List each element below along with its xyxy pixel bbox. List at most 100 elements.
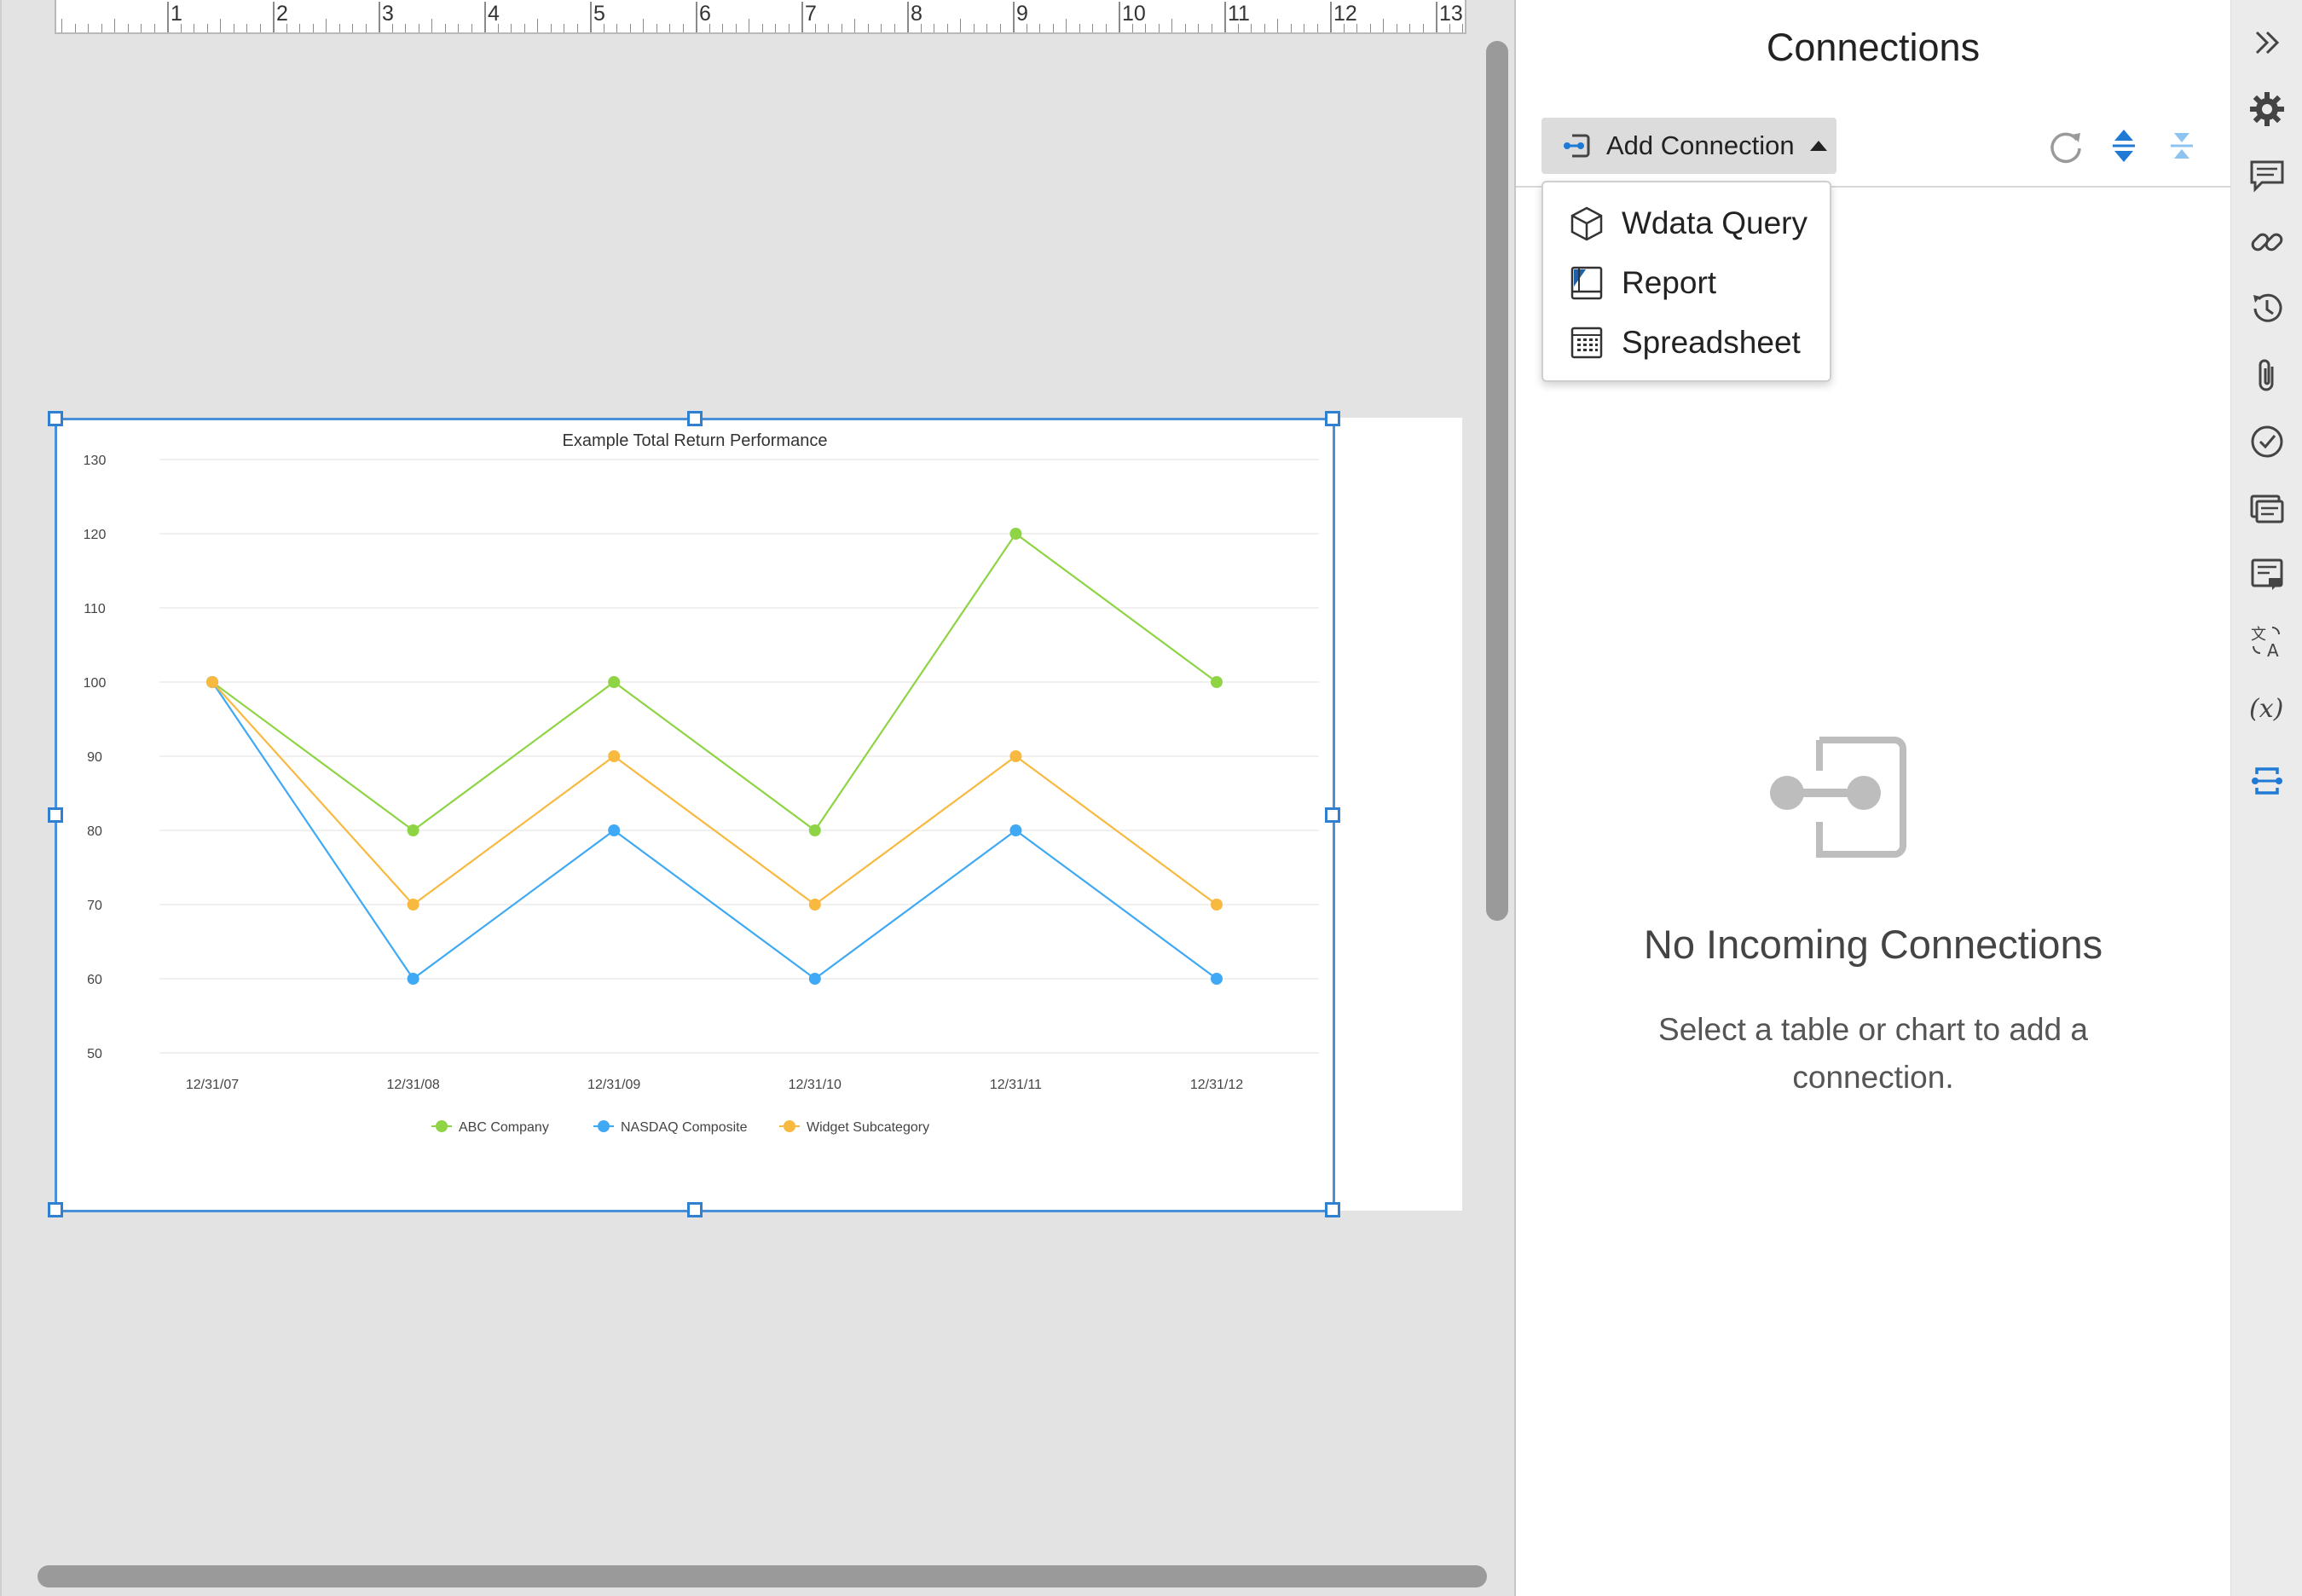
ruler-minor-tick [1198, 24, 1199, 32]
resize-handle-bottom-center[interactable] [687, 1202, 703, 1217]
ruler-minor-tick [445, 24, 446, 32]
y-tick-label: 80 [87, 824, 102, 839]
ruler-minor-tick [61, 19, 62, 32]
resize-handle-bottom-left[interactable] [48, 1202, 63, 1217]
data-point [608, 750, 621, 762]
y-tick-label: 100 [84, 676, 107, 691]
ruler-minor-tick [868, 24, 869, 32]
ruler-minor-tick [471, 24, 472, 32]
settings-icon[interactable] [2247, 89, 2288, 130]
ruler-number: 3 [382, 2, 394, 26]
ruler-minor-tick [828, 24, 829, 32]
ruler-minor-tick [551, 24, 552, 32]
ruler-minor-tick [590, 19, 591, 32]
check-icon[interactable] [2247, 421, 2288, 462]
x-tick-label: 12/31/10 [789, 1078, 842, 1092]
variable-icon[interactable]: (x) [2247, 687, 2288, 728]
ruler-number: 8 [911, 2, 923, 26]
expand-all-icon[interactable] [2102, 124, 2145, 167]
ruler-number: 4 [488, 2, 500, 26]
ruler-minor-tick [1251, 24, 1252, 32]
attachment-icon[interactable] [2247, 355, 2288, 396]
ruler-minor-tick [775, 24, 776, 32]
ruler-minor-tick [1383, 19, 1384, 32]
menu-item-label: Spreadsheet [1622, 325, 1801, 360]
link-icon[interactable] [2247, 222, 2288, 263]
ruler-minor-tick [762, 24, 763, 32]
translate-icon[interactable]: 文A [2247, 621, 2288, 662]
ruler-minor-tick [88, 24, 89, 32]
resize-handle-top-left[interactable] [48, 411, 63, 426]
chart-object[interactable]: Example Total Return Performance 50 60 70 80… [48, 411, 1340, 1217]
ruler-minor-tick [1013, 19, 1014, 32]
review-icon[interactable] [2247, 488, 2288, 529]
ruler-minor-tick [643, 19, 644, 32]
ruler-number: 13 [1439, 2, 1463, 26]
ruler-minor-tick [1224, 19, 1225, 32]
resize-handle-top-center[interactable] [687, 411, 703, 426]
panel-title: Connections [1766, 26, 1981, 69]
refresh-icon[interactable] [2045, 124, 2087, 167]
ruler-minor-tick [616, 24, 617, 32]
resize-handle-top-right[interactable] [1325, 411, 1340, 426]
connection-icon [1564, 134, 1590, 158]
svg-text:文: 文 [2251, 626, 2266, 644]
ruler-minor-tick [1356, 24, 1357, 32]
ruler-minor-tick [1092, 24, 1093, 32]
ruler-minor-tick [392, 24, 393, 32]
ruler-minor-tick [894, 24, 895, 32]
svg-text:A: A [2267, 640, 2279, 660]
ruler-minor-tick [1066, 19, 1067, 32]
x-tick-label: 12/31/12 [1190, 1078, 1243, 1092]
ruler-number: 1 [171, 2, 182, 26]
ruler-minor-tick [907, 19, 908, 32]
resize-handle-middle-right[interactable] [1325, 807, 1340, 823]
resize-handle-middle-left[interactable] [48, 807, 63, 823]
data-point [808, 899, 821, 911]
collapse-panel-icon[interactable] [2247, 22, 2288, 63]
ruler-minor-tick [1436, 19, 1437, 32]
x-tick-label: 12/31/11 [990, 1078, 1042, 1092]
add-connection-button[interactable]: Add Connection [1541, 118, 1836, 174]
resize-handle-bottom-right[interactable] [1325, 1202, 1340, 1217]
ruler-minor-tick [220, 19, 221, 32]
ruler-minor-tick [815, 24, 816, 32]
ruler-minor-tick [154, 24, 155, 32]
data-point [808, 824, 821, 836]
ruler-minor-tick [789, 24, 790, 32]
notes-icon[interactable] [2247, 554, 2288, 595]
ruler-minor-tick [709, 24, 710, 32]
document-editor[interactable]: 1 2 3 4 5 6 7 8 9 10 11 12 13 Example Total Return P… [0, 0, 1516, 1596]
ruler-minor-tick [286, 24, 287, 32]
ruler-minor-tick [1344, 24, 1345, 32]
comments-icon[interactable] [2247, 155, 2288, 196]
ruler-minor-tick [352, 24, 353, 32]
ruler-minor-tick [1145, 24, 1146, 32]
history-icon[interactable] [2247, 288, 2288, 329]
side-icon-rail: 文A (x) [2230, 0, 2302, 1596]
ruler-minor-tick [1000, 24, 1001, 32]
horizontal-scrollbar[interactable] [38, 1565, 1487, 1587]
ruler-minor-tick [960, 19, 961, 32]
menu-item-wdata-query[interactable]: Wdata Query [1543, 194, 1830, 253]
ruler-number: 12 [1333, 2, 1357, 26]
ruler-minor-tick [669, 24, 670, 32]
ruler-number: 7 [805, 2, 817, 26]
data-point [1009, 750, 1022, 762]
data-point [608, 824, 621, 836]
ruler-minor-tick [696, 19, 697, 32]
menu-item-spreadsheet[interactable]: Spreadsheet [1543, 313, 1830, 373]
empty-state-message: Select a table or chart to add a connect… [1516, 1006, 2230, 1102]
vertical-scrollbar[interactable] [1486, 41, 1508, 921]
ruler-minor-tick [683, 24, 684, 32]
ruler-minor-tick [207, 24, 208, 32]
ruler-minor-tick [75, 24, 76, 32]
x-tick-label: 12/31/08 [386, 1078, 439, 1092]
app-window: 1 2 3 4 5 6 7 8 9 10 11 12 13 Example Total Return P… [0, 0, 2302, 1596]
ruler-minor-tick [1132, 24, 1133, 32]
menu-item-label: Report [1622, 265, 1717, 300]
menu-item-report[interactable]: Report [1543, 253, 1830, 313]
collapse-all-icon[interactable] [2160, 124, 2203, 167]
ruler-minor-tick [260, 24, 261, 32]
connections-icon[interactable] [2247, 760, 2288, 801]
